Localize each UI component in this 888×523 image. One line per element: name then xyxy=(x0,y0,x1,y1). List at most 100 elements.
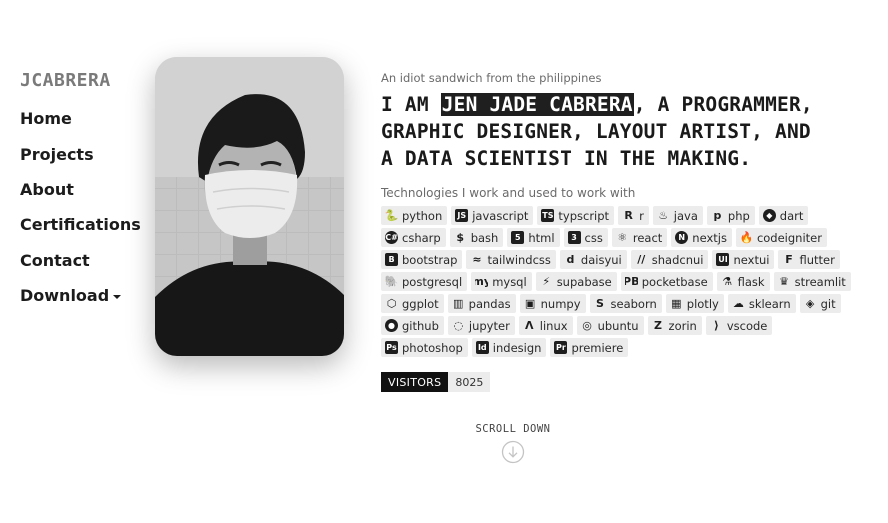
linux-icon: Λ xyxy=(525,319,534,332)
tech-chip-codeigniter: 🔥 codeigniter xyxy=(735,228,827,247)
sklearn-icon: ☁ xyxy=(732,297,744,310)
shadcn-icon: // xyxy=(637,253,646,266)
tech-chip-label: nextui xyxy=(733,252,770,267)
tech-chip-nextjs: Nnextjs xyxy=(671,228,732,247)
numpy-icon: ▣ xyxy=(524,297,536,310)
tech-chip-java: ♨ java xyxy=(652,206,703,225)
nav-item-contact[interactable]: Contact xyxy=(20,243,150,278)
nav-label: Contact xyxy=(20,250,90,270)
tech-chip-label: indesign xyxy=(492,340,542,355)
tech-chip-label: tailwindcss xyxy=(487,252,551,267)
tech-chip-label: shadcnui xyxy=(651,252,704,267)
typescript-icon: TS xyxy=(541,209,555,222)
tech-chip-label: daisyui xyxy=(580,252,622,267)
tech-chip-ubuntu: ◎ ubuntu xyxy=(576,316,644,335)
portfolio-page: JCABRERA Home Projects About Certificati… xyxy=(0,0,888,523)
scroll-down-label: SCROLL DOWN xyxy=(475,423,551,435)
tech-chip-react: ⚛ react xyxy=(611,228,668,247)
hero-headline: I AM JEN JADE CABRERA, A PROGRAMMER, GRA… xyxy=(381,91,881,172)
indesign-icon: Id xyxy=(475,341,489,354)
tech-chip-bootstrap: Bbootstrap xyxy=(381,250,463,269)
tech-chip-label: premiere xyxy=(571,340,624,355)
nav-label: Download xyxy=(20,286,110,306)
tech-chip-label: dart xyxy=(779,208,804,223)
nav-item-projects[interactable]: Projects xyxy=(20,136,150,171)
visitor-counter: VISITORS 8025 xyxy=(381,372,881,392)
nav-item-home[interactable]: Home xyxy=(20,101,150,136)
tech-chip-indesign: Id indesign xyxy=(471,338,547,357)
tech-chip-label: ggplot xyxy=(402,296,439,311)
bash-icon: $ xyxy=(456,231,465,244)
headline-line2: GRAPHIC DESIGNER, LAYOUT ARTIST, AND xyxy=(381,120,811,143)
tech-chip-dart: ◆ dart xyxy=(758,206,809,225)
tech-chip-shadcnui: // shadcnui xyxy=(630,250,709,269)
tech-chip-html: 5 html xyxy=(507,228,560,247)
tech-chip-label: css xyxy=(584,230,603,245)
ubuntu-icon: ◎ xyxy=(582,319,592,332)
tech-chip-label: streamlit xyxy=(794,274,846,289)
tech-chip-pocketbase: PB pocketbase xyxy=(620,272,713,291)
tech-chip-label: bootstrap xyxy=(402,252,458,267)
tech-chip-label: numpy xyxy=(540,296,581,311)
brand-logo[interactable]: JCABRERA xyxy=(20,70,150,91)
tech-chip-label: zorin xyxy=(668,318,697,333)
tech-chip-sklearn: ☁ sklearn xyxy=(727,294,796,313)
photoshop-icon: Ps xyxy=(385,341,398,354)
tech-chip-label: javascript xyxy=(472,208,529,223)
tech-chip-label: plotly xyxy=(686,296,719,311)
tech-chip-label: vscode xyxy=(726,318,768,333)
seaborn-icon: S xyxy=(596,297,604,310)
flutter-icon: F xyxy=(785,253,793,266)
csharp-icon: C# xyxy=(385,231,398,244)
arrow-down-circle-icon xyxy=(501,440,525,464)
headline-line1-rest: , A PROGRAMMER, xyxy=(633,93,813,116)
nav-label: Projects xyxy=(20,144,94,164)
bootstrap-icon: B xyxy=(385,253,398,266)
jupyter-icon: ◌ xyxy=(453,319,464,332)
tech-chip-pandas: ▥ pandas xyxy=(447,294,516,313)
git-icon: ◈ xyxy=(805,297,815,310)
tech-chip-flask: ⚗ flask xyxy=(716,272,770,291)
technologies-heading: Technologies I work and used to work wit… xyxy=(381,186,636,200)
profile-photo-illustration xyxy=(155,57,344,356)
tech-chip-zorin: Zzorin xyxy=(647,316,702,335)
highlighted-name: JEN JADE CABRERA xyxy=(440,93,634,116)
nav-item-about[interactable]: About xyxy=(20,172,150,207)
scroll-down: SCROLL DOWN xyxy=(433,423,593,468)
daisyui-icon: d xyxy=(566,253,575,266)
tech-chip-javascript: JS javascript xyxy=(451,206,534,225)
scroll-down-button[interactable] xyxy=(501,440,525,468)
tech-chip-label: supabase xyxy=(556,274,612,289)
tech-chip-label: pocketbase xyxy=(641,274,708,289)
tech-chip-mysql: my mysql xyxy=(471,272,532,291)
tech-chip-label: nextjs xyxy=(692,230,727,245)
headline-line3: A DATA SCIENTIST IN THE MAKING. xyxy=(381,147,752,170)
tech-chip-python: 🐍 python xyxy=(381,206,448,225)
tech-chip-label: seaborn xyxy=(610,296,657,311)
tech-chip-typscript: TS typscript xyxy=(537,206,615,225)
codeigniter-icon: 🔥 xyxy=(739,231,753,244)
nav-item-download-dropdown[interactable]: Download xyxy=(20,278,150,313)
tech-chip-label: github xyxy=(402,318,439,333)
nav-item-certifications[interactable]: Certifications xyxy=(20,207,150,242)
postgresql-icon: 🐘 xyxy=(385,275,398,288)
tech-chip-r: Rr xyxy=(618,206,649,225)
sidebar-nav: JCABRERA Home Projects About Certificati… xyxy=(20,70,150,313)
premiere-icon: Pr xyxy=(554,341,568,354)
tech-chip-php: p php xyxy=(706,206,755,225)
pocketbase-icon: PB xyxy=(624,275,638,288)
tech-chip-label: typscript xyxy=(558,208,610,223)
tech-chip-photoshop: Ps photoshop xyxy=(381,338,468,357)
supabase-icon: ⚡ xyxy=(542,275,551,288)
tech-chip-label: ubuntu xyxy=(597,318,639,333)
r-icon: R xyxy=(624,209,633,222)
tech-chip-label: java xyxy=(673,208,698,223)
zorin-icon: Z xyxy=(654,319,663,332)
tech-chip-linux: Λlinux xyxy=(518,316,573,335)
tech-chip-plotly: ▦ plotly xyxy=(665,294,724,313)
nextui-icon: UI xyxy=(716,253,730,266)
flask-icon: ⚗ xyxy=(722,275,733,288)
nav-label: Home xyxy=(20,109,72,129)
tech-chip-label: csharp xyxy=(402,230,441,245)
tech-chip-streamlit: ♛ streamlit xyxy=(773,272,851,291)
